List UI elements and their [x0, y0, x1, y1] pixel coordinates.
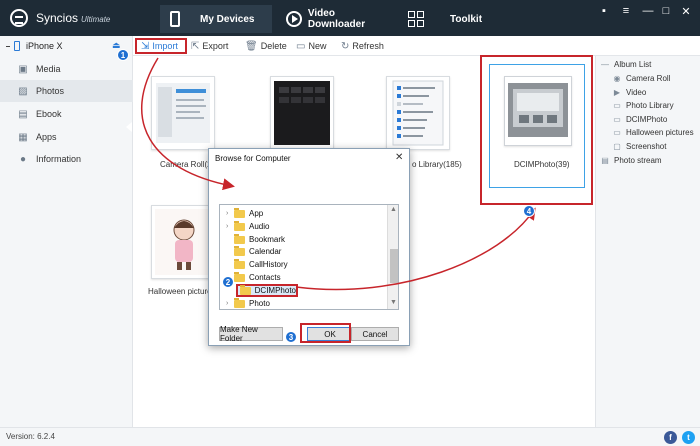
twitter-icon[interactable]: t	[682, 431, 695, 444]
arrow-import-to-dialog	[141, 57, 235, 191]
annotation-arrows	[141, 57, 536, 291]
version-text: Version: 6.2.4	[6, 432, 55, 441]
step-badge-4: 4	[523, 205, 535, 217]
step-badge-1: 1	[117, 49, 129, 61]
status-bar: Version: 6.2.4 f t	[0, 427, 700, 446]
step-badge-2: 2	[222, 276, 234, 288]
facebook-icon[interactable]: f	[664, 431, 677, 444]
arrow-folder-to-album	[295, 207, 536, 291]
step-badge-3: 3	[285, 331, 297, 343]
